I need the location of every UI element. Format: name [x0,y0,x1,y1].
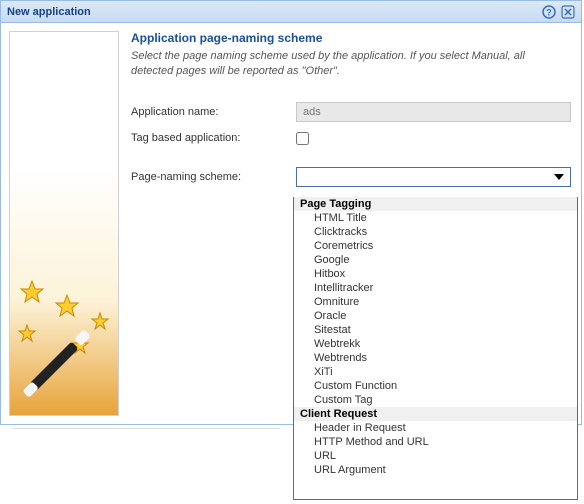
chevron-down-icon [554,174,564,180]
dropdown-option[interactable]: Clicktracks [294,225,577,239]
page-naming-scheme-label: Page-naming scheme: [131,171,296,183]
dropdown-option[interactable]: Webtrends [294,351,577,365]
tag-based-label: Tag based application: [131,132,296,144]
dropdown-option[interactable]: URL Argument [294,463,577,477]
magic-wand-icon [12,271,116,411]
dropdown-option[interactable]: Sitestat [294,323,577,337]
dropdown-option[interactable]: Webtrekk [294,337,577,351]
dropdown-option[interactable]: Custom Function [294,379,577,393]
dropdown-option[interactable]: XiTi [294,365,577,379]
dropdown-option[interactable]: HTTP Method and URL [294,435,577,449]
section-heading: Application page-naming scheme [131,31,571,45]
dropdown-option[interactable]: Coremetrics [294,239,577,253]
dropdown-option[interactable]: Omniture [294,295,577,309]
help-icon[interactable]: ? [541,4,556,19]
dropdown-option[interactable]: Custom Tag [294,393,577,407]
tag-based-checkbox[interactable] [296,132,309,145]
dropdown-listbox[interactable]: Page TaggingHTML TitleClicktracksCoremet… [293,197,578,500]
wizard-sidebar [9,31,119,416]
dropdown-option[interactable]: Oracle [294,309,577,323]
section-subheading: Select the page naming scheme used by th… [131,49,571,80]
svg-text:?: ? [546,7,552,17]
dropdown-option[interactable]: Hitbox [294,267,577,281]
close-icon[interactable] [560,4,575,19]
page-naming-scheme-dropdown[interactable] [296,167,571,187]
application-name-label: Application name: [131,106,296,118]
dropdown-option[interactable]: URL [294,449,577,463]
dropdown-option[interactable]: Google [294,253,577,267]
titlebar: New application ? [1,1,581,23]
dropdown-option[interactable]: Intellitracker [294,281,577,295]
dropdown-group-header: Client Request [294,407,577,421]
dropdown-option[interactable]: Header in Request [294,421,577,435]
dialog-title: New application [7,6,541,18]
dropdown-option[interactable]: HTML Title [294,211,577,225]
divider [12,428,280,429]
dropdown-group-header: Page Tagging [294,197,577,211]
application-name-input[interactable] [296,102,571,122]
